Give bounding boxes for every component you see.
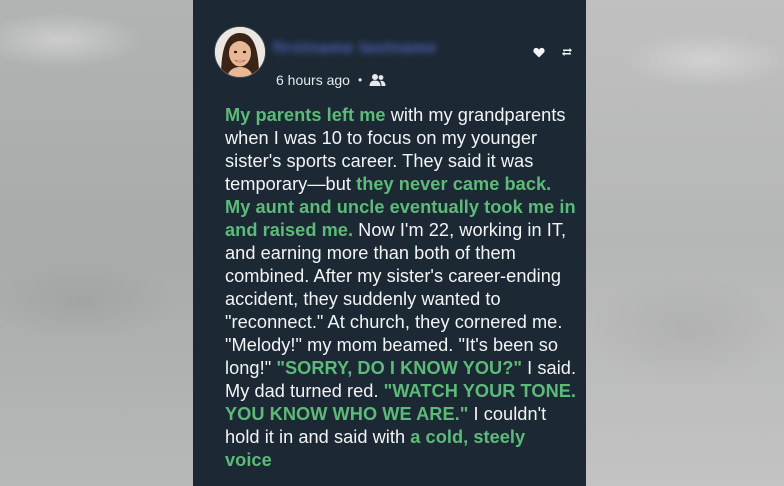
avatar[interactable]: [214, 26, 266, 78]
post-text-segment-highlight: My parents left me: [225, 105, 386, 125]
meta-separator: •: [357, 73, 363, 87]
post-meta: 6 hours ago •: [276, 71, 386, 89]
post-card: firstname lastname 6 hours ago • My pare…: [193, 0, 586, 486]
post-text-segment-highlight: "SORRY, DO I KNOW YOU?": [276, 358, 523, 378]
friends-icon[interactable]: [369, 73, 386, 87]
background-left: [0, 0, 193, 486]
timestamp[interactable]: 6 hours ago: [276, 72, 350, 88]
post-text-segment: Now I'm 22, working in IT, and earning m…: [225, 220, 567, 378]
author-name-text: firstname lastname: [273, 38, 437, 57]
background-right: [586, 0, 784, 486]
repost-icon[interactable]: [561, 46, 573, 58]
post-body: My parents left me with my grandparents …: [225, 104, 577, 472]
post-actions: [533, 46, 573, 58]
author-name[interactable]: firstname lastname: [273, 38, 437, 58]
heart-icon[interactable]: [533, 47, 545, 58]
avatar-image: [215, 27, 265, 77]
